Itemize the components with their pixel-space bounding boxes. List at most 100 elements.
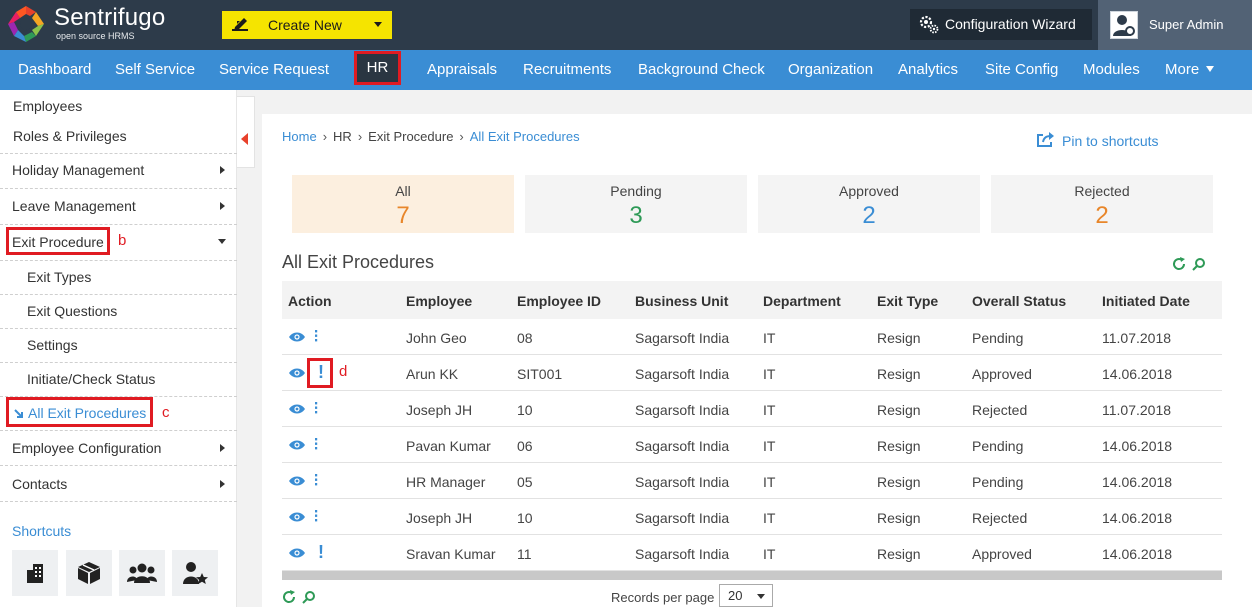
- divider: [0, 501, 237, 502]
- eye-icon[interactable]: [289, 475, 305, 487]
- column-header-business-unit[interactable]: Business Unit: [635, 293, 728, 309]
- breadcrumb: Home › HR › Exit Procedure › All Exit Procedur…: [282, 129, 580, 144]
- column-header-initiated-date[interactable]: Initiated Date: [1102, 293, 1190, 309]
- sidebar-item-holiday-management[interactable]: Holiday Management: [0, 153, 237, 187]
- stat-card-rejected[interactable]: Rejected 2: [991, 175, 1213, 233]
- search-icon[interactable]: [302, 590, 316, 604]
- users-icon[interactable]: [119, 550, 165, 596]
- column-header-employee[interactable]: Employee: [406, 293, 472, 309]
- cell-department: IT: [763, 438, 776, 454]
- table-row[interactable]: Joseph JH 10 Sagarsoft India IT Resign Reject…: [282, 499, 1222, 535]
- breadcrumb-home[interactable]: Home: [282, 129, 317, 144]
- cell-employee-id: SIT001: [517, 366, 563, 382]
- cell-employee: HR Manager: [406, 474, 486, 490]
- nav-analytics[interactable]: Analytics: [898, 61, 958, 78]
- annotation-b: b: [118, 232, 127, 249]
- shortcuts-label: Shortcuts: [12, 523, 72, 539]
- cell-employee-id: 10: [517, 510, 533, 526]
- cell-initiated-date: 11.07.2018: [1102, 402, 1172, 418]
- table-row[interactable]: John Geo 08 Sagarsoft India IT Resign Pending…: [282, 319, 1222, 355]
- nav-dashboard[interactable]: Dashboard: [18, 61, 91, 78]
- stat-card-pending[interactable]: Pending 3: [525, 175, 747, 233]
- sidebar-item-initiate-check-status[interactable]: Initiate/Check Status: [0, 362, 237, 396]
- cell-department: IT: [763, 546, 776, 562]
- building-icon[interactable]: [12, 550, 58, 596]
- horizontal-scrollbar[interactable]: [282, 571, 1222, 580]
- table-row[interactable]: Pavan Kumar 06 Sagarsoft India IT Resign Pend…: [282, 427, 1222, 463]
- sidebar-item-label: Exit Questions: [27, 303, 118, 319]
- eye-icon[interactable]: [289, 511, 305, 523]
- divider: [0, 465, 237, 466]
- sidebar-item-employee-configuration[interactable]: Employee Configuration: [0, 431, 237, 465]
- sidebar-item-label: Contacts: [12, 476, 68, 492]
- nav-self-service[interactable]: Self Service: [115, 61, 195, 78]
- records-per-page-select[interactable]: 20: [719, 584, 773, 607]
- nav-service-request[interactable]: Service Request: [219, 61, 329, 78]
- more-vertical-icon[interactable]: [314, 509, 318, 523]
- sidebar-item-roles-privileges[interactable]: Roles & Privileges: [0, 120, 237, 154]
- table-row[interactable]: ! Arun KK SIT001 Sagarsoft India IT Resign App…: [282, 355, 1222, 391]
- gears-icon: [919, 15, 939, 34]
- sidebar-item-label: Employees: [13, 98, 83, 114]
- records-per-page-value: 20: [728, 588, 743, 603]
- refresh-icon[interactable]: [1172, 257, 1186, 271]
- refresh-icon[interactable]: [282, 590, 296, 604]
- cell-overall-status: Rejected: [972, 510, 1028, 526]
- nav-modules[interactable]: Modules: [1083, 61, 1140, 78]
- eye-icon[interactable]: [289, 403, 305, 415]
- stat-label: Approved: [839, 183, 899, 199]
- boxes-icon[interactable]: [66, 550, 112, 596]
- exclamation-icon[interactable]: !: [318, 542, 324, 563]
- breadcrumb-hr[interactable]: HR: [333, 129, 352, 144]
- stat-card-approved[interactable]: Approved 2: [758, 175, 980, 233]
- breadcrumb-exit-procedure[interactable]: Exit Procedure: [368, 129, 453, 144]
- main-nav: Dashboard Self Service Service Request H…: [0, 50, 1252, 90]
- search-icon[interactable]: [1192, 257, 1206, 271]
- column-header-exit-type[interactable]: Exit Type: [877, 293, 938, 309]
- more-vertical-icon[interactable]: [314, 401, 318, 415]
- nav-appraisals[interactable]: Appraisals: [427, 61, 497, 78]
- user-menu[interactable]: Super Admin: [1098, 0, 1252, 50]
- stat-card-all[interactable]: All 7: [292, 175, 514, 233]
- nav-site-config[interactable]: Site Config: [985, 61, 1058, 78]
- eye-icon[interactable]: [289, 331, 305, 343]
- table-row[interactable]: ! Sravan Kumar 11 Sagarsoft India IT Resign Ap…: [282, 535, 1222, 571]
- sentrifugo-logo-icon[interactable]: [6, 4, 46, 44]
- column-header-action: Action: [288, 293, 332, 309]
- chevron-right-icon: [220, 202, 225, 210]
- brand-name[interactable]: Sentrifugo: [54, 6, 165, 30]
- eye-icon[interactable]: [289, 439, 305, 451]
- configuration-wizard-button[interactable]: Configuration Wizard: [910, 9, 1092, 40]
- cell-department: IT: [763, 366, 776, 382]
- column-header-employee-id[interactable]: Employee ID: [517, 293, 601, 309]
- more-vertical-icon[interactable]: [314, 437, 318, 451]
- sidebar-item-exit-types[interactable]: Exit Types: [0, 260, 237, 294]
- nav-more[interactable]: More: [1165, 61, 1215, 78]
- sidebar-item-leave-management[interactable]: Leave Management: [0, 189, 237, 223]
- create-new-label: Create New: [268, 17, 342, 33]
- cell-overall-status: Pending: [972, 474, 1024, 490]
- sidebar-item-exit-questions[interactable]: Exit Questions: [0, 294, 237, 328]
- create-new-button[interactable]: Create New: [222, 11, 392, 39]
- user-star-icon[interactable]: [172, 550, 218, 596]
- eye-icon[interactable]: [289, 547, 305, 559]
- sidebar-item-employees[interactable]: Employees: [0, 90, 237, 124]
- sidebar-item-contacts[interactable]: Contacts: [0, 467, 237, 501]
- column-header-department[interactable]: Department: [763, 293, 841, 309]
- nav-background-check[interactable]: Background Check: [638, 61, 765, 78]
- sidebar-collapse-toggle[interactable]: [237, 96, 255, 168]
- table-row[interactable]: HR Manager 05 Sagarsoft India IT Resign Pendi…: [282, 463, 1222, 499]
- more-vertical-icon[interactable]: [314, 473, 318, 487]
- stat-label: All: [395, 183, 411, 199]
- eye-icon[interactable]: [289, 367, 305, 379]
- column-header-overall-status[interactable]: Overall Status: [972, 293, 1066, 309]
- nav-organization[interactable]: Organization: [788, 61, 873, 78]
- cell-department: IT: [763, 510, 776, 526]
- top-bar: Sentrifugo open source HRMS Create New C…: [0, 0, 1252, 50]
- table-row[interactable]: Joseph JH 10 Sagarsoft India IT Resign Reject…: [282, 391, 1222, 427]
- sidebar-item-settings[interactable]: Settings: [0, 328, 237, 362]
- more-vertical-icon[interactable]: [314, 329, 318, 343]
- nav-hr[interactable]: HR: [354, 51, 401, 85]
- stat-value: 2: [862, 202, 876, 229]
- nav-recruitments[interactable]: Recruitments: [523, 61, 611, 78]
